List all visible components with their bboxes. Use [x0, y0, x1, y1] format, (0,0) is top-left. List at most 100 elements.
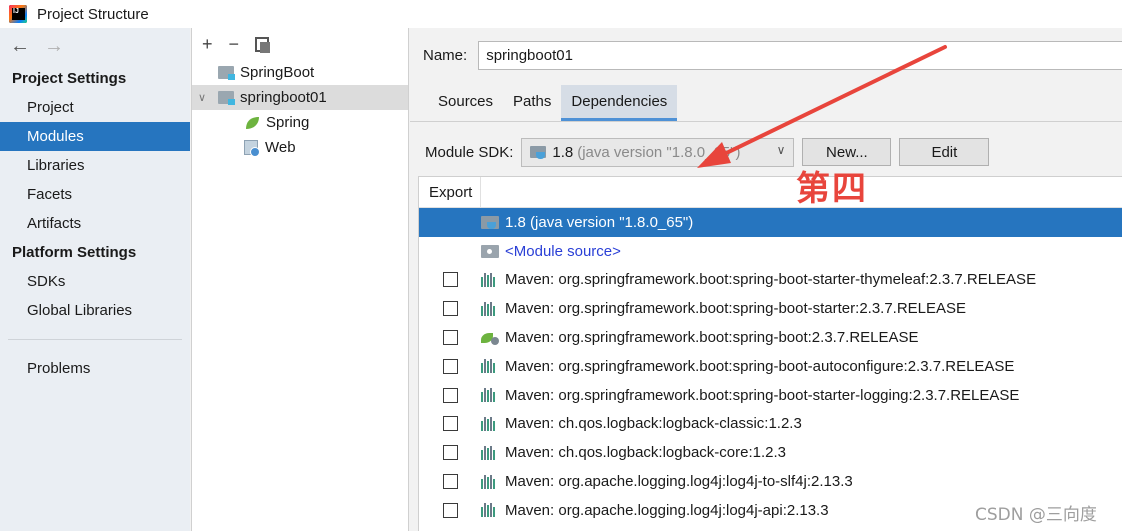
dependency-row[interactable]: Maven: org.springframework.boot:spring-b…: [419, 266, 1122, 295]
web-facet-icon: [244, 140, 260, 157]
tab-paths[interactable]: Paths: [503, 85, 561, 121]
dependency-row[interactable]: Maven: org.springframework.boot:spring-b…: [419, 381, 1122, 410]
spring-leaf-icon: [244, 116, 260, 130]
tree-item[interactable]: Web: [192, 135, 408, 160]
maven-library-icon: [481, 359, 499, 374]
maven-library-icon: [481, 301, 499, 316]
module-folder-icon: [218, 66, 235, 80]
tree-item-label: Spring: [266, 114, 310, 131]
export-cell: [419, 330, 481, 346]
export-cell: [419, 272, 481, 288]
maven-library-icon: [481, 445, 499, 460]
dependency-row[interactable]: Maven: ch.qos.logback:logback-core:1.2.3: [419, 438, 1122, 467]
settings-nav-panel: ← → Project Settings Project Modules Libra…: [0, 28, 190, 531]
tree-item[interactable]: SpringBoot: [192, 60, 408, 85]
export-checkbox[interactable]: [442, 358, 458, 374]
platform-settings-header: Platform Settings: [12, 244, 137, 261]
export-cell: [419, 445, 481, 461]
dependency-label: Maven: ch.qos.logback:logback-classic:1.…: [505, 415, 802, 433]
name-label: Name:: [423, 46, 468, 64]
dependency-label: Maven: org.springframework.boot:spring-b…: [505, 300, 967, 318]
chevron-down-icon: ∨: [776, 142, 786, 157]
tab-sources[interactable]: Sources: [428, 85, 503, 121]
table-header: Export: [419, 177, 1122, 208]
dependency-row[interactable]: <Module source>: [419, 237, 1122, 266]
annotation-text: 第四: [796, 169, 868, 209]
module-sdk-row: Module SDK: 1.8 (java version "1.8.0_65"…: [425, 137, 990, 167]
dependency-label: Maven: org.springframework.boot:spring-b…: [505, 386, 1020, 404]
module-tree-panel: + − SpringBoot ∨ springboot01 Spring Web: [191, 28, 409, 531]
tabs-divider: [410, 121, 1122, 122]
tree-item-label: springboot01: [240, 89, 327, 106]
export-checkbox[interactable]: [442, 301, 458, 317]
maven-library-icon: [481, 416, 499, 431]
dependency-label: Maven: org.springframework.boot:spring-b…: [505, 271, 1037, 289]
maven-library-icon: [481, 503, 499, 518]
name-row: Name:: [410, 40, 1122, 70]
dependency-row[interactable]: Maven: ch.qos.logback:logback-classic:1.…: [419, 410, 1122, 439]
export-checkbox[interactable]: [442, 474, 458, 490]
dependency-label: Maven: org.springframework.boot:spring-b…: [505, 357, 1015, 375]
module-sdk-select[interactable]: 1.8 (java version "1.8.0_65") ∨: [521, 137, 795, 167]
dependency-label: <Module source>: [505, 242, 621, 260]
nav-item-global-libraries[interactable]: Global Libraries: [0, 296, 190, 325]
add-icon[interactable]: +: [202, 34, 213, 55]
arrow-right-icon[interactable]: →: [44, 35, 64, 58]
nav-item-sdks[interactable]: SDKs: [0, 267, 190, 296]
copy-icon[interactable]: [255, 36, 271, 53]
nav-item-project[interactable]: Project: [0, 93, 190, 122]
export-checkbox[interactable]: [442, 272, 458, 288]
tree-item[interactable]: Spring: [192, 110, 408, 135]
module-sdk-label: Module SDK:: [425, 143, 514, 161]
export-cell: [419, 387, 481, 403]
jdk-folder-icon: [481, 215, 499, 229]
export-cell: [419, 358, 481, 374]
maven-library-icon: [481, 272, 499, 287]
dependency-row[interactable]: Maven: org.apache.logging.log4j:log4j-to…: [419, 467, 1122, 496]
module-details-panel: Name: SourcesPathsDependencies Module SD…: [410, 28, 1122, 531]
nav-divider: [8, 339, 182, 340]
dependency-row[interactable]: 1.8 (java version "1.8.0_65"): [419, 208, 1122, 237]
module-name-input[interactable]: [478, 40, 1122, 70]
module-tree-toolbar: + −: [192, 28, 408, 60]
export-column-header[interactable]: Export: [419, 177, 481, 208]
nav-item-problems[interactable]: Problems: [0, 354, 190, 383]
module-tabs: Sources Paths Dependencies: [428, 85, 678, 121]
export-checkbox[interactable]: [442, 502, 458, 518]
dependency-label: Maven: ch.qos.logback:logback-core:1.2.3: [505, 444, 786, 462]
export-checkbox[interactable]: [442, 387, 458, 403]
sdk-folder-icon: [530, 146, 547, 159]
spring-library-icon: [481, 331, 499, 345]
nav-item-modules[interactable]: Modules: [0, 122, 190, 151]
export-cell: [419, 301, 481, 317]
nav-item-libraries[interactable]: Libraries: [0, 151, 190, 180]
nav-item-facets[interactable]: Facets: [0, 180, 190, 209]
sdk-selected-value: 1.8: [552, 143, 574, 161]
maven-library-icon: [481, 388, 499, 403]
title-bar: Project Structure: [0, 0, 1122, 28]
module-folder-icon: [218, 91, 235, 105]
edit-sdk-button[interactable]: Edit: [899, 138, 990, 166]
tab-dependencies[interactable]: Dependencies: [561, 85, 678, 121]
watermark: CSDN @三向度: [975, 505, 1097, 525]
dependencies-table: Export 1.8 (java version "1.8.0_65") <Mod…: [418, 176, 1122, 531]
dependency-row[interactable]: Maven: org.springframework.boot:spring-b…: [419, 323, 1122, 352]
export-checkbox[interactable]: [442, 416, 458, 432]
window-title: Project Structure: [37, 5, 149, 23]
dependency-row[interactable]: Maven: org.springframework.boot:spring-b…: [419, 352, 1122, 381]
tree-item[interactable]: ∨ springboot01: [192, 85, 408, 110]
tree-item-label: Web: [265, 139, 296, 156]
nav-arrows: ← →: [0, 28, 190, 64]
sdk-detail: (java version "1.8.0_65"): [577, 143, 741, 161]
nav-item-artifacts[interactable]: Artifacts: [0, 209, 190, 238]
maven-library-icon: [481, 474, 499, 489]
remove-icon[interactable]: −: [229, 34, 240, 55]
dependency-label: 1.8 (java version "1.8.0_65"): [505, 213, 694, 231]
export-checkbox[interactable]: [442, 445, 458, 461]
chevron-down-icon[interactable]: ∨: [194, 91, 210, 104]
export-checkbox[interactable]: [442, 330, 458, 346]
export-cell: [419, 416, 481, 432]
arrow-left-icon[interactable]: ←: [10, 35, 30, 58]
export-cell: [419, 474, 481, 490]
dependency-row[interactable]: Maven: org.springframework.boot:spring-b…: [419, 294, 1122, 323]
